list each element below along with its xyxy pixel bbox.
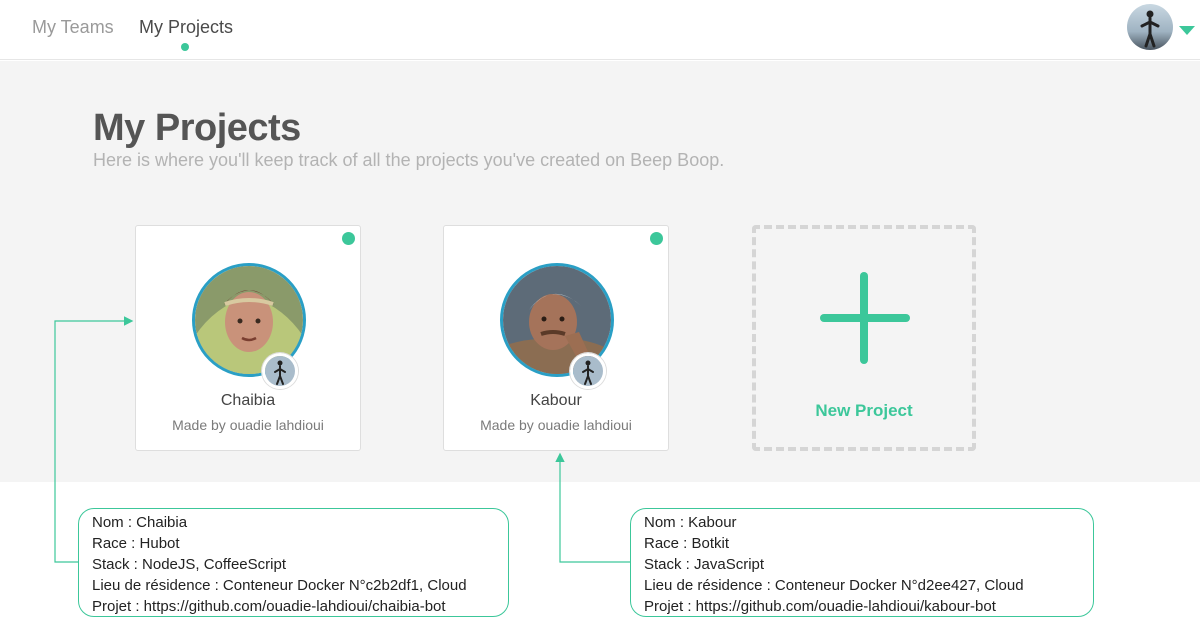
new-project-label: New Project xyxy=(815,401,913,420)
project-name: Chaibia xyxy=(220,392,276,409)
info-line: Projet : https://github.com/ouadie-lahdi… xyxy=(92,598,446,615)
info-box-chaibia: Nom : Chaibia Race : Hubot Stack : NodeJ… xyxy=(78,508,509,617)
info-line: Stack : JavaScript xyxy=(644,556,765,573)
info-line: Nom : Kabour xyxy=(644,514,737,531)
owner-avatar-icon xyxy=(570,353,606,389)
tab-my-projects[interactable]: My Projects xyxy=(139,17,233,38)
status-dot-icon xyxy=(650,232,663,245)
top-navbar: My Teams My Projects xyxy=(0,0,1200,60)
info-line: Stack : NodeJS, CoffeeScript xyxy=(92,556,286,573)
plus-icon-bar xyxy=(820,314,910,322)
project-name: Kabour xyxy=(530,392,582,409)
user-avatar-icon[interactable] xyxy=(1127,4,1173,50)
info-line: Nom : Chaibia xyxy=(92,514,188,531)
info-line: Race : Hubot xyxy=(92,535,180,552)
project-card-kabour[interactable]: Kabour Made by ouadie lahdioui xyxy=(443,225,669,451)
project-author: Made by ouadie lahdioui xyxy=(172,417,324,433)
owner-avatar-icon xyxy=(262,353,298,389)
tab-my-teams[interactable]: My Teams xyxy=(32,17,114,38)
page-title: My Projects xyxy=(93,107,301,149)
new-project-button[interactable]: New Project xyxy=(752,225,976,451)
status-dot-icon xyxy=(342,232,355,245)
info-line: Race : Botkit xyxy=(644,535,730,552)
project-card-chaibia[interactable]: Chaibia Made by ouadie lahdioui xyxy=(135,225,361,451)
project-author: Made by ouadie lahdioui xyxy=(480,417,632,433)
info-line: Lieu de résidence : Conteneur Docker N°d… xyxy=(644,577,1024,594)
info-line: Lieu de résidence : Conteneur Docker N°c… xyxy=(92,577,467,594)
page-subtitle: Here is where you'll keep track of all t… xyxy=(93,150,725,170)
info-box-kabour: Nom : Kabour Race : Botkit Stack : JavaS… xyxy=(630,508,1094,617)
active-tab-indicator xyxy=(181,43,189,51)
info-line: Projet : https://github.com/ouadie-lahdi… xyxy=(644,598,996,615)
dropdown-caret-icon[interactable] xyxy=(1179,26,1195,35)
